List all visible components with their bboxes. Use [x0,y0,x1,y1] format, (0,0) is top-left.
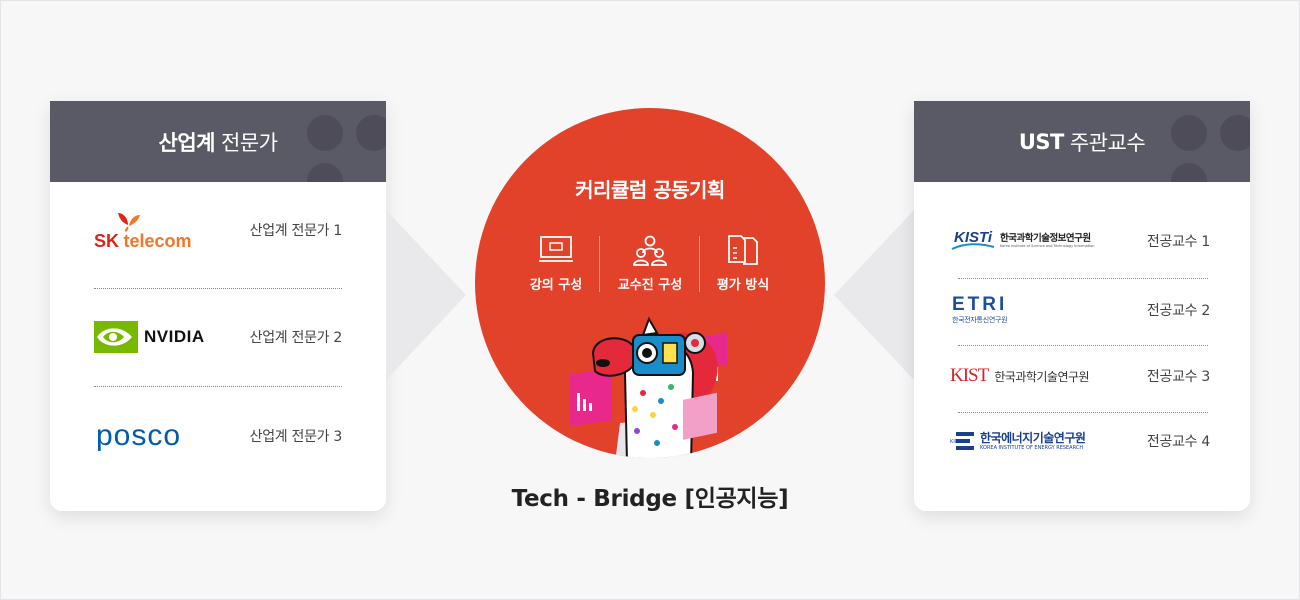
kier-subname: KOREA INSTITUTE OF ENERGY RESEARCH [980,444,1084,451]
header-decoration [307,163,343,182]
feature-evaluation: 평가 방식 [693,234,793,293]
left-connector-arrow [386,210,466,380]
ust-title-rest: 주관교수 [1069,130,1146,155]
industry-expert-label: 산업계 전문가 3 [249,429,343,445]
industry-expert-label: 산업계 전문가 1 [249,223,343,239]
etri-mark: ETRI [952,294,1008,315]
nvidia-eye-icon [94,321,138,353]
industry-row-2: NVIDIA 산업계 전문가 2 [94,319,342,355]
ust-panel: UST 주관교수 KISTi 한국과학기술정보연구원 Korea Institu… [914,101,1250,511]
monitor-icon [539,236,573,262]
sk-letters: SK [94,231,120,251]
etri-name: 한국전자통신연구원 [952,316,1008,324]
nvidia-logo: NVIDIA [94,319,205,355]
kist-name: 한국과학기술연구원 [994,369,1090,384]
nvidia-wordmark: NVIDIA [144,327,205,346]
kier-name: 한국에너지기술연구원 [980,430,1086,445]
ust-title-bold: UST [1018,129,1065,154]
sk-butterfly-icon [118,213,140,232]
header-decoration [356,115,386,151]
kist-logo: KIST 한국과학기술연구원 [950,365,1090,387]
header-decoration [1171,163,1207,182]
industry-expert-label: 산업계 전문가 2 [249,330,343,346]
ust-professor-label: 전공교수 4 [1146,434,1210,450]
feature-label: 평가 방식 [716,278,770,293]
kist-mark: KIST [950,365,989,386]
kisti-subname: Korea Institute of Science and Technolog… [1000,244,1095,248]
header-decoration [1220,115,1250,151]
curriculum-circle: 커리큘럼 공동기획 강의 구성 교수진 구성 평가 방식 [475,108,825,458]
ust-professor-label: 전공교수 3 [1146,369,1210,385]
feature-faculty: 교수진 구성 [600,234,700,293]
people-icon [633,235,667,266]
kisti-logo: KISTi 한국과학기술정보연구원 Korea Institute of Sci… [950,227,1095,255]
industry-title-rest: 전문가 [221,130,278,155]
ust-panel-header: UST 주관교수 [914,101,1250,182]
header-decoration [1171,115,1207,151]
industry-title-bold: 산업계 [158,130,216,155]
mascot-illustration [570,316,727,458]
industry-row-1: SK telecom 산업계 전문가 1 [94,211,343,251]
dotted-divider [94,386,342,387]
documents-icon [728,235,758,265]
industry-row-3: posco 산업계 전문가 3 [94,419,342,453]
ust-professor-label: 전공교수 1 [1146,234,1210,250]
dotted-divider [94,288,342,289]
kisti-swoosh-icon [951,243,995,250]
feature-label: 교수진 구성 [617,278,683,293]
ust-professor-label: 전공교수 2 [1146,302,1210,319]
sk-telecom-logo: SK telecom [94,211,206,251]
kier-logo: KIER 한국에너지기술연구원 KOREA INSTITUTE OF ENERG… [950,430,1086,451]
kisti-name: 한국과학기술정보연구원 [1000,232,1091,244]
header-decoration [307,115,343,151]
ust-row-2: ETRI 한국전자통신연구원 전공교수 2 [950,295,1210,324]
posco-logo: posco [96,419,182,452]
ust-row-4: KIER 한국에너지기술연구원 KOREA INSTITUTE OF ENERG… [950,431,1210,451]
industry-panel-header: 산업계 전문가 [50,101,386,182]
feature-label: 강의 구성 [529,278,583,293]
right-connector-arrow [834,210,914,380]
kier-mark: KIER [950,439,962,445]
kier-emblem-icon: KIER [950,432,974,450]
curriculum-title: 커리큘럼 공동기획 [575,178,725,202]
industry-panel: 산업계 전문가 SK telecom 산업계 전문가 1 NVIDIA 산업계 … [50,101,386,511]
dotted-divider [958,278,1208,279]
ust-row-3: KIST 한국과학기술연구원 전공교수 3 [950,365,1210,387]
dotted-divider [958,412,1208,413]
etri-logo: ETRI 한국전자통신연구원 [952,294,1008,324]
feature-lecture: 강의 구성 [506,234,606,293]
telecom-word: telecom [123,231,192,251]
dotted-divider [958,345,1208,346]
ust-row-1: KISTi 한국과학기술정보연구원 Korea Institute of Sci… [950,227,1210,255]
